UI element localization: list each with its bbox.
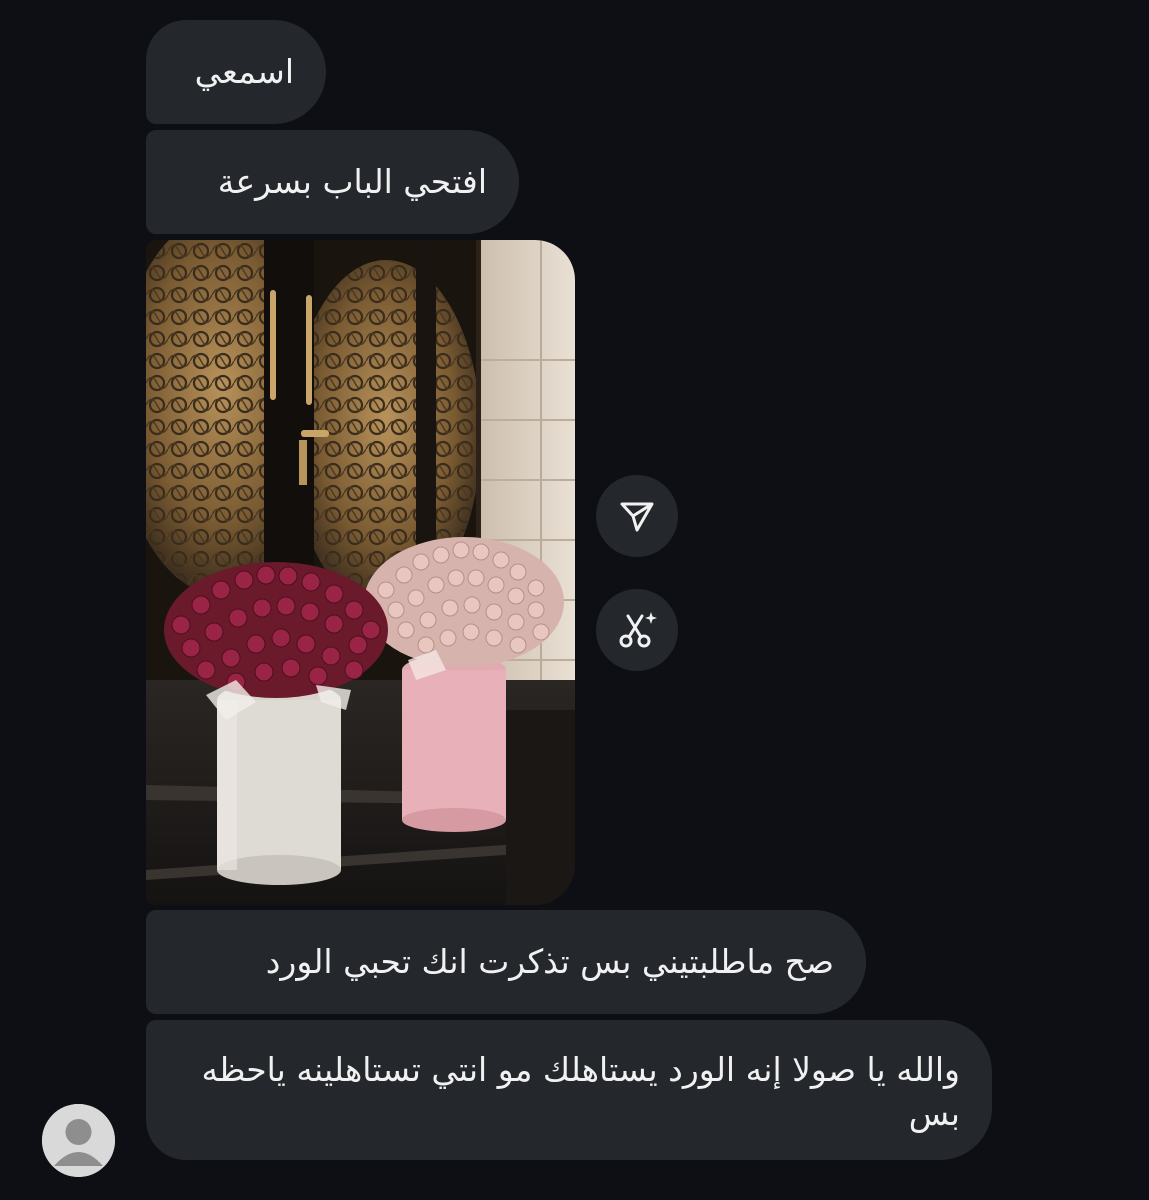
sender-avatar[interactable] [42,1104,115,1177]
default-user-avatar-icon [42,1104,115,1177]
message-bubble[interactable]: افتحي الباب بسرعة [146,130,519,234]
photo-message[interactable] [146,240,575,905]
send-icon [620,502,654,532]
message-bubble[interactable]: والله يا صولا إنه الورد يستاهلك مو انتي … [146,1020,992,1160]
message-text: والله يا صولا إنه الورد يستاهلك مو انتي … [201,1050,960,1133]
message-bubble[interactable]: اسمعي [146,20,326,124]
message-bubble[interactable]: صح ماطلبتيني بس تذكرت انك تحبي الورد [146,910,866,1014]
message-text: صح ماطلبتيني بس تذكرت انك تحبي الورد [265,942,834,981]
photo-image [146,240,575,905]
message-text: افتحي الباب بسرعة [217,162,487,201]
chat-thread: اسمعي افتحي الباب بسرعة صح ماطلبتيني بس … [0,0,1149,1200]
share-button[interactable] [596,475,678,557]
scissors-sparkle-icon [619,612,657,648]
message-text: اسمعي [194,52,294,91]
ai-edit-button[interactable] [596,589,678,671]
